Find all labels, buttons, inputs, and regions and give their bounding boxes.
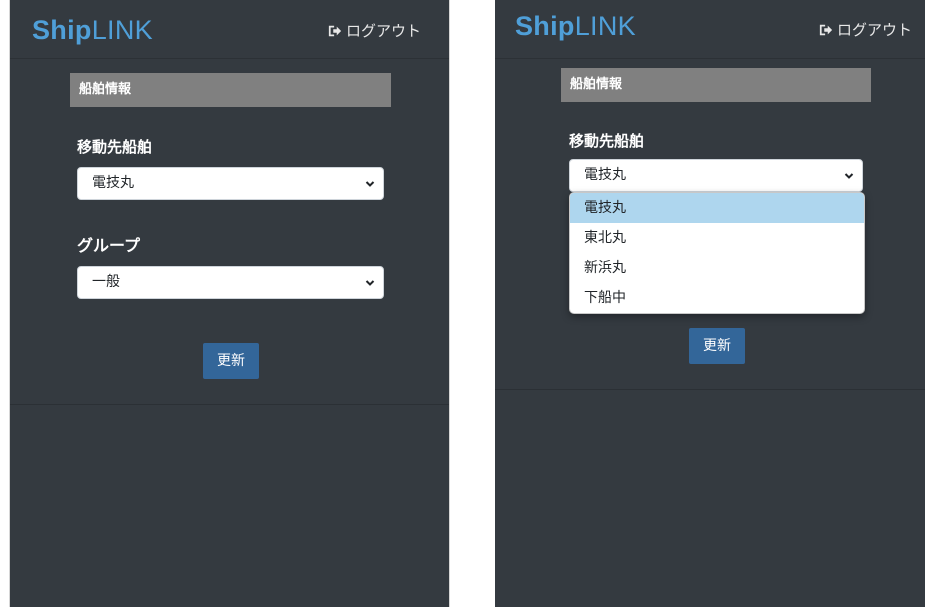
logo-text: LINK (91, 15, 153, 45)
logo-text: LINK (574, 11, 636, 41)
update-button[interactable]: 更新 (689, 328, 745, 364)
chevron-down-icon (365, 280, 375, 286)
destination-ship-label: 移動先船舶 (569, 132, 645, 150)
ship-option[interactable]: 下船中 (570, 283, 864, 313)
destination-ship-select[interactable]: 電技丸 (77, 167, 384, 200)
ship-option[interactable]: 新浜丸 (570, 253, 864, 283)
shiplink-logo[interactable]: ShipLINK (32, 14, 153, 46)
logout-label: ログアウト (346, 22, 422, 40)
sign-out-icon (819, 24, 833, 36)
section-header-ship-info: 船舶情報 (561, 68, 871, 102)
destination-ship-value: 電技丸 (92, 175, 134, 191)
top-navbar: ShipLINK ログアウト (10, 0, 449, 59)
chevron-down-icon (844, 173, 854, 179)
shiplink-logo[interactable]: ShipLINK (515, 10, 636, 42)
content-divider (495, 389, 925, 390)
destination-ship-select[interactable]: 電技丸 (569, 159, 863, 192)
chevron-down-icon (365, 181, 375, 187)
logo-bold-text: Ship (515, 11, 575, 41)
group-label: グループ (77, 236, 141, 255)
logout-button[interactable]: ログアウト (328, 21, 421, 41)
logout-button[interactable]: ログアウト (819, 20, 912, 40)
ship-option[interactable]: 東北丸 (570, 223, 864, 253)
logout-label: ログアウト (837, 21, 913, 39)
group-select[interactable]: 一般 (77, 266, 384, 299)
update-button[interactable]: 更新 (203, 343, 259, 379)
destination-ship-label: 移動先船舶 (77, 138, 153, 156)
ship-option[interactable]: 電技丸 (570, 193, 864, 223)
content-divider (10, 404, 449, 405)
ship-form-panel-open: ShipLINK ログアウト 船舶情報 移動先船舶 電技丸 更新 電技丸 東北丸… (495, 0, 925, 607)
section-header-ship-info: 船舶情報 (70, 73, 391, 107)
top-navbar: ShipLINK ログアウト (495, 0, 925, 59)
ship-form-panel-closed: ShipLINK ログアウト 船舶情報 移動先船舶 電技丸 グループ 一般 更新 (9, 0, 450, 607)
logo-bold-text: Ship (32, 15, 92, 45)
sign-out-icon (328, 25, 342, 37)
destination-ship-value: 電技丸 (584, 167, 626, 183)
group-value: 一般 (92, 274, 120, 290)
ship-dropdown-list: 電技丸 東北丸 新浜丸 下船中 (569, 192, 865, 314)
